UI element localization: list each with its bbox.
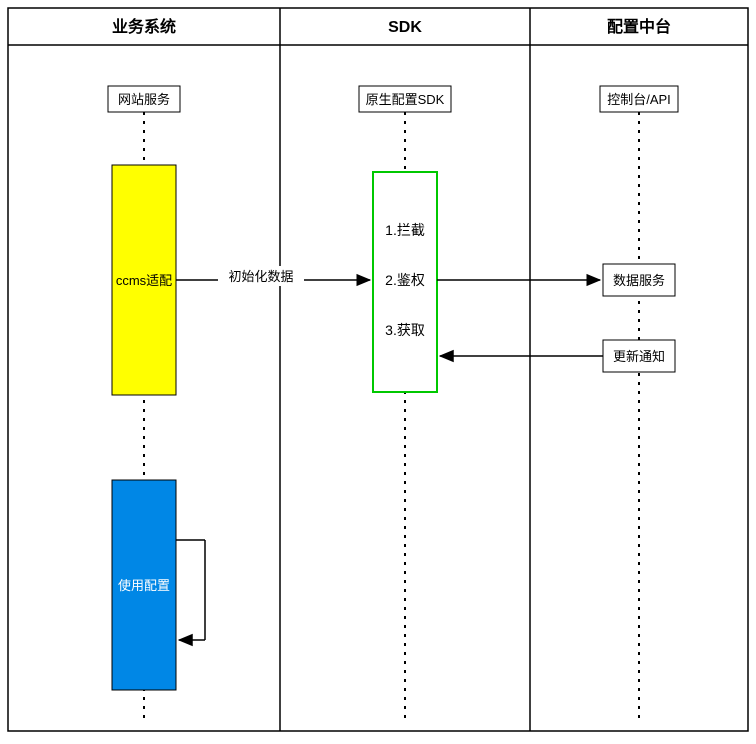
participant-sdk-label: 原生配置SDK: [366, 92, 445, 107]
step-1: 1.拦截: [385, 222, 425, 238]
lane-header-cfg: 配置中台: [607, 17, 671, 36]
arrow-init-data-label: 初始化数据: [228, 269, 293, 284]
data-service-label: 数据服务: [613, 273, 665, 288]
use-config-block: 使用配置: [112, 480, 176, 690]
step-3: 3.获取: [385, 322, 425, 338]
ccms-block: ccms适配: [112, 165, 176, 395]
lane-header-sdk: SDK: [388, 19, 422, 36]
participant-cfg-label: 控制台/API: [607, 92, 671, 107]
sequence-diagram: 业务系统 SDK 配置中台 网站服务 原生配置SDK 控制台/API ccms适…: [0, 0, 756, 739]
update-notify-label: 更新通知: [613, 349, 665, 364]
sdk-steps-block: 1.拦截 2.鉴权 3.获取: [373, 172, 437, 392]
use-config-label: 使用配置: [118, 578, 170, 593]
self-call-use-config: [176, 540, 205, 640]
lane-header-biz: 业务系统: [112, 17, 176, 36]
participant-biz: 网站服务: [108, 86, 180, 112]
participant-biz-label: 网站服务: [118, 92, 170, 107]
update-notify-box: 更新通知: [603, 340, 675, 372]
participant-cfg: 控制台/API: [600, 86, 678, 112]
participant-sdk: 原生配置SDK: [359, 86, 451, 112]
data-service-box: 数据服务: [603, 264, 675, 296]
ccms-label: ccms适配: [116, 273, 172, 288]
step-2: 2.鉴权: [385, 272, 425, 288]
